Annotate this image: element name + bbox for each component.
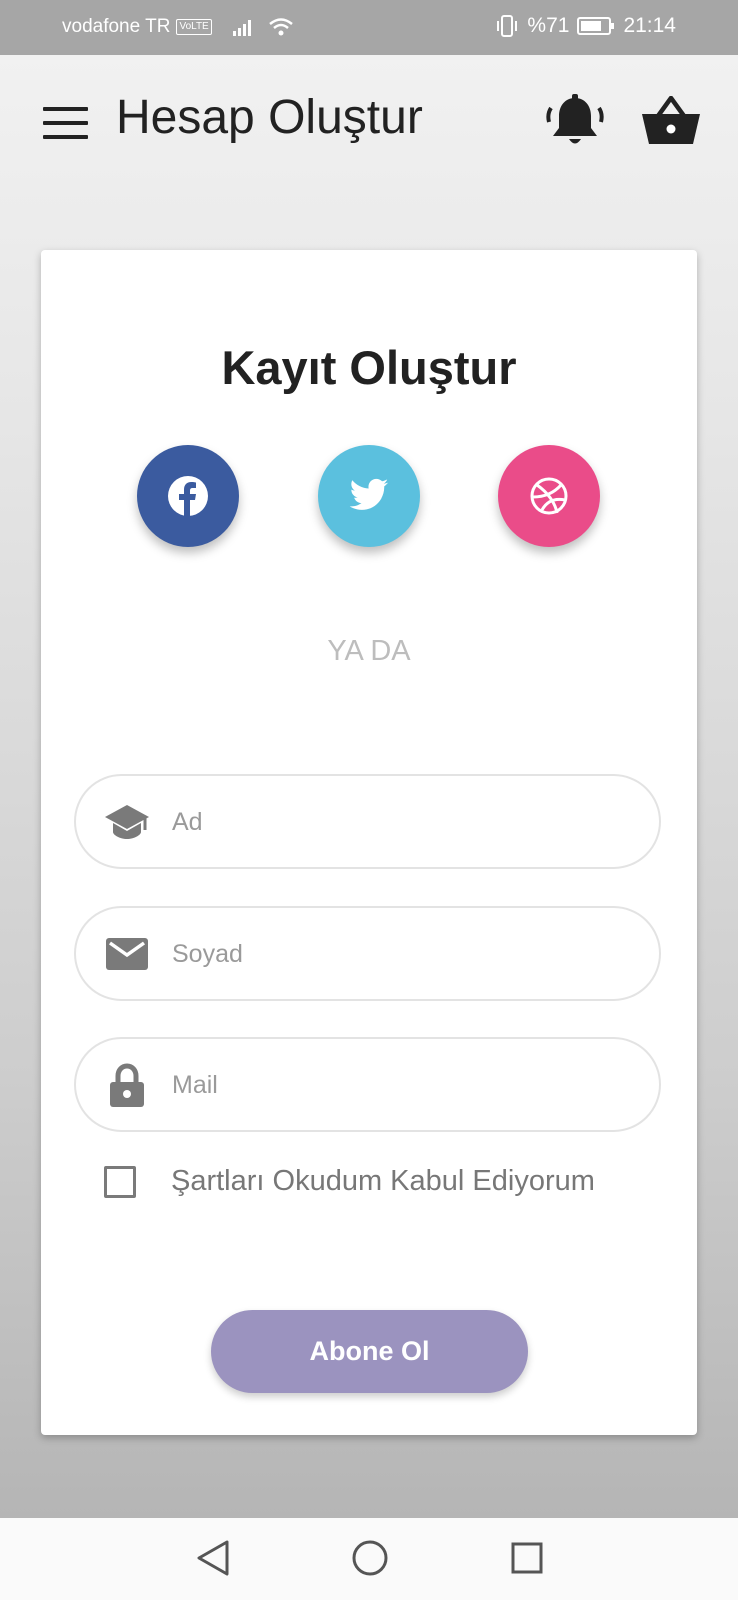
register-card: Kayıt Oluştur YA DA Ad Soyad Mail Şartla… xyxy=(41,250,697,1435)
basket-icon[interactable] xyxy=(642,96,700,146)
terms-row: Şartları Okudum Kabul Ediyorum xyxy=(104,1165,595,1198)
menu-icon[interactable] xyxy=(43,107,88,139)
graduation-cap-icon xyxy=(102,798,152,846)
system-nav-bar xyxy=(0,1518,738,1600)
first-name-input[interactable] xyxy=(172,798,622,846)
volte-badge: VoLTE xyxy=(176,19,212,35)
status-left: vodafone TR VoLTE xyxy=(62,16,294,38)
back-icon[interactable] xyxy=(195,1538,231,1578)
last-name-field xyxy=(74,906,661,1001)
app-title: Hesap Oluştur xyxy=(116,91,423,144)
facebook-icon xyxy=(168,476,208,517)
last-name-input[interactable] xyxy=(172,930,622,978)
wifi-icon xyxy=(268,18,293,36)
bell-icon[interactable] xyxy=(545,94,605,150)
mail-field xyxy=(74,1037,661,1132)
twitter-button[interactable] xyxy=(318,445,420,547)
status-right: %71 21:14 xyxy=(495,14,676,38)
subscribe-button[interactable]: Abone Ol xyxy=(211,1310,528,1393)
dribbble-icon xyxy=(530,477,568,515)
first-name-field xyxy=(74,774,661,869)
carrier-name: vodafone TR xyxy=(62,16,171,37)
dribbble-button[interactable] xyxy=(498,445,600,547)
signal-icon xyxy=(232,20,251,36)
facebook-button[interactable] xyxy=(137,445,239,547)
twitter-icon xyxy=(349,478,389,510)
vibrate-icon xyxy=(497,15,518,37)
mail-icon xyxy=(102,930,152,978)
recents-icon[interactable] xyxy=(509,1538,545,1578)
lock-icon xyxy=(102,1061,152,1109)
battery-percent: %71 xyxy=(527,14,570,37)
terms-checkbox[interactable] xyxy=(104,1165,136,1198)
battery-icon xyxy=(577,17,615,35)
terms-label[interactable]: Şartları Okudum Kabul Ediyorum xyxy=(171,1165,595,1198)
status-bar: vodafone TR VoLTE %71 21:14 xyxy=(0,0,738,55)
divider-text: YA DA xyxy=(327,635,411,667)
home-icon[interactable] xyxy=(350,1538,390,1578)
clock: 21:14 xyxy=(623,14,676,37)
card-title: Kayıt Oluştur xyxy=(221,341,517,394)
mail-input[interactable] xyxy=(172,1061,622,1109)
